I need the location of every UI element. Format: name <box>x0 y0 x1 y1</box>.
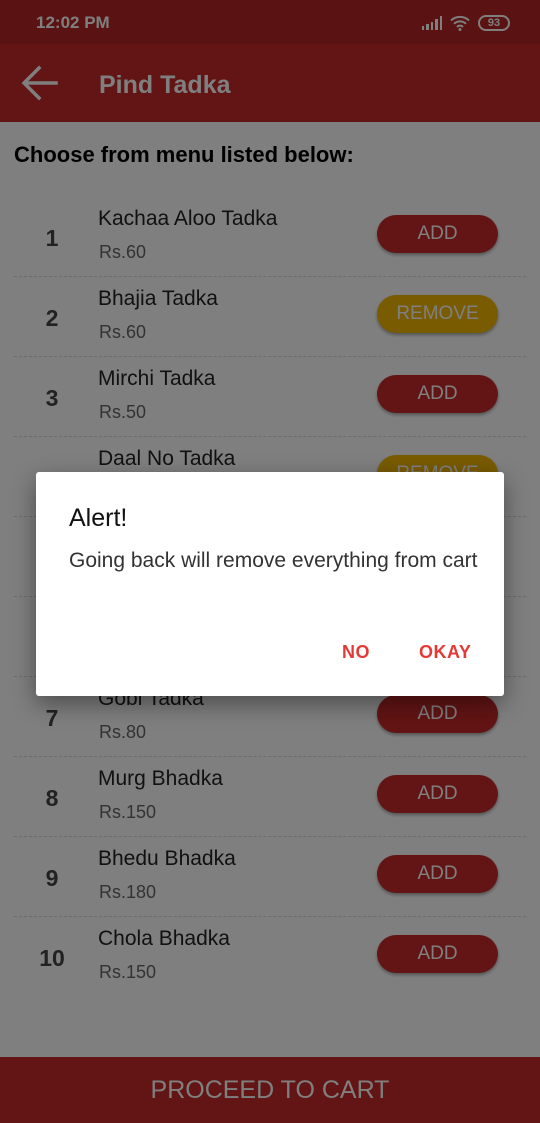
alert-dialog: Alert! Going back will remove everything… <box>36 472 504 696</box>
dialog-message: Going back will remove everything from c… <box>69 549 478 572</box>
dialog-title: Alert! <box>69 504 128 532</box>
no-button[interactable]: NO <box>342 642 370 663</box>
okay-button[interactable]: OKAY <box>419 642 471 663</box>
